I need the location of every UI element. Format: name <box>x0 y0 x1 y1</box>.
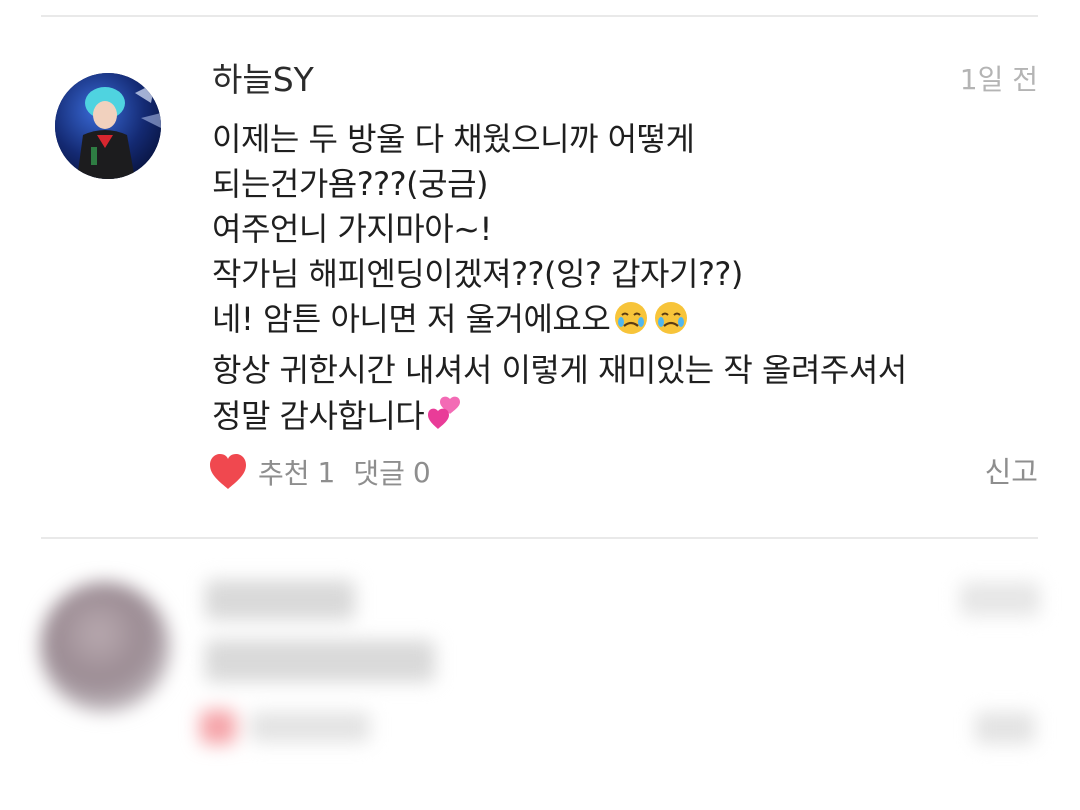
author-avatar[interactable] <box>55 73 161 179</box>
comment-line: 네! 암튼 아니면 저 울거에요오 <box>212 300 611 338</box>
blurred-actions <box>250 712 370 742</box>
comment-text: 이제는 두 방울 다 채웠으니까 어떻게 되는건가욤???(궁금) 여주언니 가… <box>212 117 1032 445</box>
blurred-timestamp <box>960 582 1040 616</box>
blurred-avatar <box>40 582 170 712</box>
likes-count: 1 <box>317 455 336 489</box>
report-button[interactable]: 신고 <box>985 452 1038 492</box>
comment-line: 여주언니 가지마아~! <box>212 210 492 248</box>
blurred-heart-icon <box>200 710 236 744</box>
comment-line: 되는건가욤???(궁금) <box>212 165 489 203</box>
comment-line: 이제는 두 방울 다 채웠으니까 어떻게 <box>212 120 695 158</box>
crying-face-icon <box>612 300 650 348</box>
heart-icon <box>210 454 246 489</box>
blurred-report <box>975 712 1035 744</box>
author-name[interactable]: 하늘SY <box>212 58 314 102</box>
blurred-author-name <box>205 580 355 620</box>
comment-line-with-emoji: 네! 암튼 아니면 저 울거에요오 <box>212 297 1032 348</box>
comment-list: 하늘SY 1일 전 이제는 두 방울 다 채웠으니까 어떻게 되는건가욤???(… <box>0 0 1080 810</box>
comment-actions: 추천 1 댓글 0 <box>208 450 431 494</box>
likes-label: 추천 <box>258 457 310 490</box>
replies-count: 0 <box>412 455 431 489</box>
like-button[interactable] <box>208 453 248 491</box>
top-divider <box>41 15 1038 17</box>
comment-line: 작가님 해피엔딩이겠져??(잉? 갑자기??) <box>212 255 743 293</box>
crying-face-icon <box>652 300 690 348</box>
blurred-comment-text <box>205 640 435 682</box>
comment-line: 정말 감사합니다 <box>212 397 425 435</box>
comment-line-with-emoji: 정말 감사합니다 <box>212 393 1032 445</box>
comment-divider <box>41 537 1038 539</box>
avatar-photo <box>55 73 161 179</box>
comment-line: 항상 귀한시간 내셔서 이렇게 재미있는 작 올려주셔서 <box>212 351 907 389</box>
replies-button[interactable]: 댓글 <box>353 452 405 492</box>
comment-timestamp: 1일 전 <box>959 63 1038 96</box>
two-hearts-icon <box>426 393 466 445</box>
blurred-next-comment <box>0 540 1080 810</box>
